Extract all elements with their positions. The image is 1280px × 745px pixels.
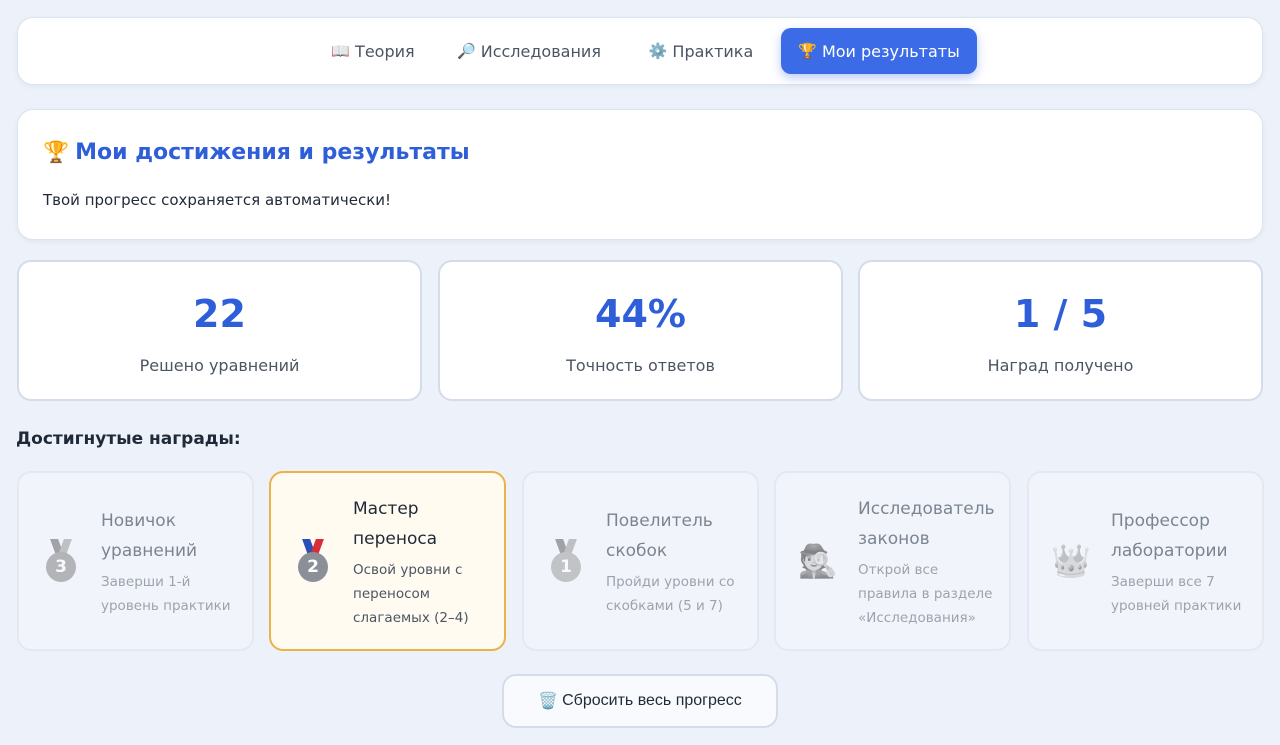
stat-card-accuracy: 44% Точность ответов [438, 260, 843, 401]
achievement-name: Новичок уравнений [101, 511, 198, 561]
achievement-name: Повелитель скобок [606, 511, 713, 561]
achievement-card-brackets-lord: 1 Повелитель скобок Пройди уровни со ско… [522, 471, 759, 651]
stat-value: 1 / 5 [1013, 292, 1108, 336]
achievement-description: Пройди уровни со скобками (5 и 7) [606, 574, 735, 614]
stat-value: 44% [595, 292, 686, 336]
magnifier-icon: 🔎 [457, 42, 476, 60]
achievement-description: Освой уровни с переносом слагаемых (2–4) [353, 562, 469, 626]
achievement-name: Исследователь законов [858, 499, 995, 549]
achievement-card-lab-professor: 👑 Профессор лаборатории Заверши все 7 ур… [1027, 471, 1264, 651]
crown-icon: 👑 [1051, 542, 1091, 580]
achievement-description: Открой все правила в разделе «Исследован… [858, 562, 993, 626]
stat-label: Наград получено [987, 356, 1134, 375]
achievement-description: Заверши 1-й уровень практики [101, 574, 231, 614]
medal-3-icon: 3 [41, 538, 81, 584]
achievement-card-transfer-master: 2 Мастер переноса Освой уровни с перенос… [269, 471, 506, 651]
tab-label: Исследования [480, 41, 601, 61]
achievement-text: Профессор лаборатории Заверши все 7 уров… [1111, 506, 1252, 618]
achievement-card-novice: 3 Новичок уравнений Заверши 1-й уровень … [17, 471, 254, 651]
trash-icon: 🗑️ [538, 693, 559, 710]
reset-progress-button[interactable]: 🗑️ Сбросить весь прогресс [502, 674, 778, 728]
page-title-text: Мои достижения и результаты [75, 140, 470, 165]
detective-icon: 🕵️ [798, 542, 838, 580]
trophy-icon: 🏆 [43, 140, 70, 164]
tab-label: Теория [355, 41, 415, 61]
tab-label: Мои результаты [821, 41, 960, 61]
medal-1-icon: 1 [546, 538, 586, 584]
tab-bar: 📖 Теория 🔎 Исследования ⚙️ Практика 🏆 Мо… [17, 17, 1263, 85]
tab-label: Практика [672, 41, 754, 61]
achievement-text: Новичок уравнений Заверши 1-й уровень пр… [101, 506, 242, 618]
tab-my-results[interactable]: 🏆 Мои результаты [781, 28, 977, 74]
achievements-heading: Достигнутые награды: [16, 429, 241, 449]
tab-theory[interactable]: 📖 Теория [318, 28, 428, 74]
tab-research[interactable]: 🔎 Исследования [446, 28, 612, 74]
stat-card-solved: 22 Решено уравнений [17, 260, 422, 401]
page-title: 🏆 Мои достижения и результаты [43, 140, 470, 165]
achievement-name: Мастер переноса [353, 499, 438, 549]
reset-progress-label: Сбросить весь прогресс [562, 692, 742, 709]
stat-value: 22 [193, 292, 246, 336]
achievement-card-laws-explorer: 🕵️ Исследователь законов Открой все прав… [774, 471, 1011, 651]
achievement-description: Заверши все 7 уровней практики [1111, 574, 1242, 614]
tab-practice[interactable]: ⚙️ Практика [638, 28, 764, 74]
achievement-text: Повелитель скобок Пройди уровни со скобк… [606, 506, 747, 618]
page-subtitle: Твой прогресс сохраняется автоматически! [43, 191, 392, 209]
gear-icon: ⚙️ [648, 42, 668, 60]
results-page: 📖 Теория 🔎 Исследования ⚙️ Практика 🏆 Мо… [0, 0, 1280, 745]
book-icon: 📖 [331, 42, 351, 60]
stat-label: Решено уравнений [139, 356, 300, 375]
achievement-name: Профессор лаборатории [1111, 511, 1228, 561]
trophy-icon: 🏆 [798, 42, 817, 60]
achievement-text: Мастер переноса Освой уровни с переносом… [353, 494, 494, 630]
achievement-text: Исследователь законов Открой все правила… [858, 494, 999, 630]
results-header-card: 🏆 Мои достижения и результаты Твой прогр… [17, 109, 1263, 240]
stat-label: Точность ответов [566, 356, 715, 375]
medal-2-icon: 2 [293, 538, 333, 584]
stat-card-awards: 1 / 5 Наград получено [858, 260, 1263, 401]
